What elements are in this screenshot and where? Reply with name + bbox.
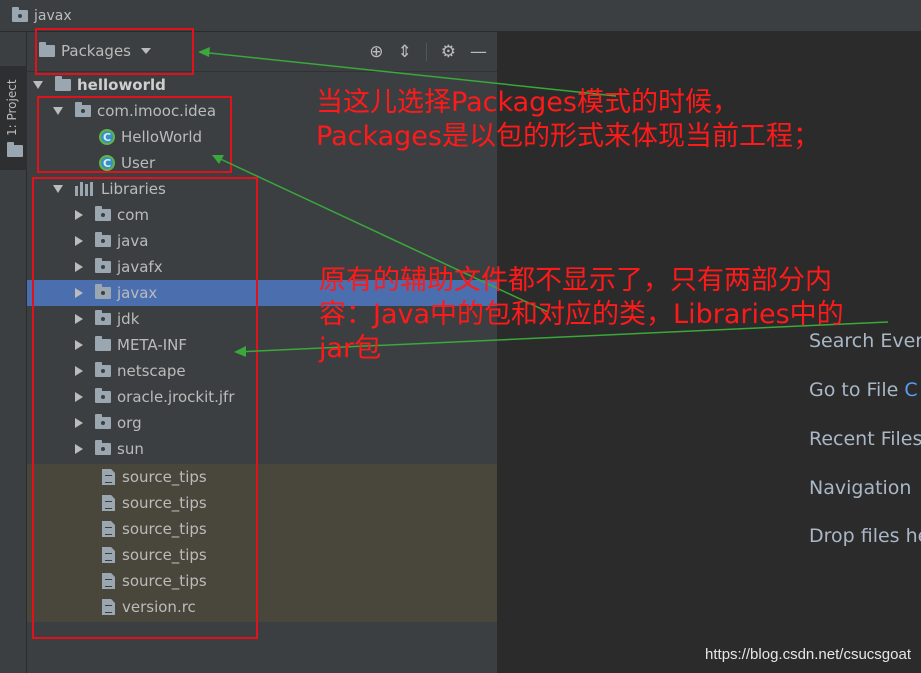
expanded-arrow-icon[interactable]: [33, 81, 43, 89]
module-icon: [55, 76, 71, 91]
minimize-icon[interactable]: —: [470, 42, 487, 62]
annotation-note-1: 当这儿选择Packages模式的时候， Packages是以包的形式来体现当前工…: [316, 86, 820, 154]
annotation-line: 当这儿选择Packages模式的时候，: [316, 87, 739, 118]
package-icon: [12, 6, 28, 22]
annotation-box-view-mode: [35, 28, 194, 75]
tool-window-stripe: 1: Project: [0, 32, 27, 673]
hint-go-to-file-label: Go to File: [809, 379, 899, 401]
project-tool-label[interactable]: 1: Project: [5, 79, 19, 136]
hint-drop-files: Drop files he: [809, 525, 921, 547]
annotation-note-2: 原有的辅助文件都不显示了，只有两部分内 容：Java中的包和对应的类，Libra…: [319, 264, 844, 366]
watermark: https://blog.csdn.net/csucsgoat: [705, 646, 911, 663]
folder-icon: [7, 142, 23, 157]
annotation-box-package: [37, 96, 232, 173]
tree-root-label: helloworld: [77, 76, 166, 94]
gear-icon[interactable]: ⚙: [441, 42, 456, 62]
annotation-line: Packages是以包的形式来体现当前工程；: [316, 121, 820, 152]
annotation-box-libraries: [32, 177, 258, 639]
locate-icon[interactable]: ⊕: [369, 42, 383, 62]
hint-navigation: Navigation: [809, 477, 912, 499]
hint-go-to-file: Go to File C: [809, 379, 918, 401]
collapse-icon[interactable]: ⇕: [398, 42, 412, 62]
annotation-line: 原有的辅助文件都不显示了，只有两部分内: [319, 265, 832, 296]
shortcut-glyph: C: [904, 379, 918, 401]
toolbar-divider: [425, 43, 427, 61]
panel-toolbar: ⊕ ⇕ ⚙ —: [369, 42, 487, 62]
hint-recent-files: Recent Files: [809, 428, 921, 450]
window-title: javax: [34, 7, 72, 24]
annotation-line: 容：Java中的包和对应的类，Libraries中的: [319, 299, 844, 330]
annotation-line: jar包: [319, 333, 382, 364]
